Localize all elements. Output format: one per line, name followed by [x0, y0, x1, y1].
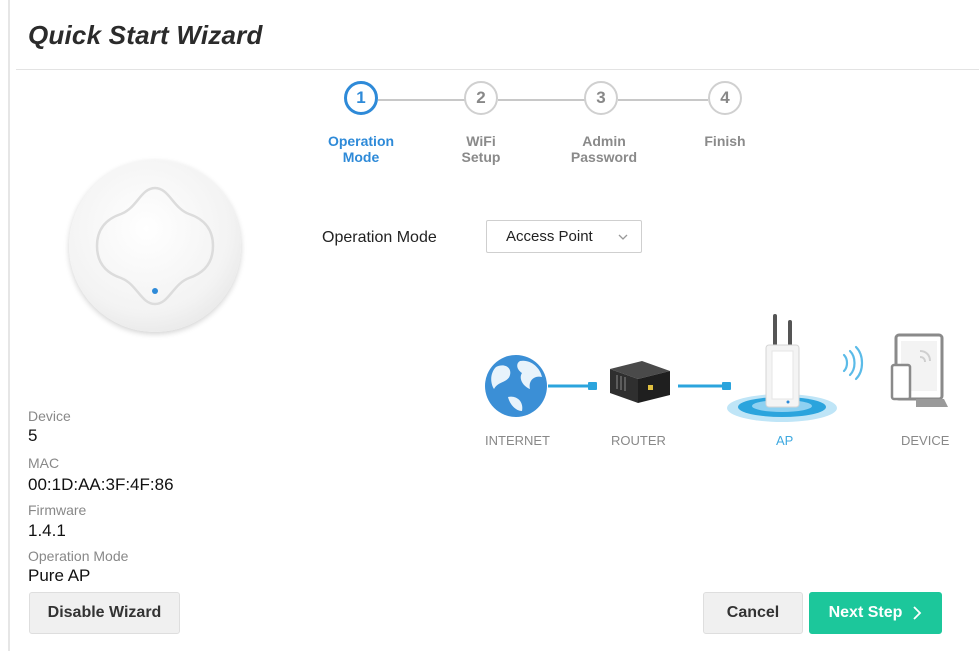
step-4-label: Finish: [670, 133, 780, 149]
access-point-icon: [765, 314, 800, 408]
step-1-label-line1: Operation: [327, 133, 395, 149]
step-1-circle: 1: [344, 81, 378, 115]
step-connector: [618, 99, 708, 101]
device-value: 5: [28, 426, 38, 445]
step-1-label: Operation Mode: [306, 133, 416, 165]
step-3-label-line1: Admin: [582, 133, 626, 149]
opmode-info-value: Pure AP: [28, 566, 91, 585]
mac-label: MAC: [28, 455, 60, 471]
cancel-button[interactable]: Cancel: [703, 592, 803, 634]
router-icon: [610, 361, 670, 403]
page-title: Quick Start Wizard: [28, 20, 263, 50]
chevron-right-icon: [913, 606, 922, 620]
disable-wizard-button[interactable]: Disable Wizard: [29, 592, 180, 634]
title-divider: [16, 69, 979, 70]
next-step-button[interactable]: Next Step: [809, 592, 942, 634]
topology-ap-label: AP: [776, 433, 794, 448]
step-3-label-line2: Password: [570, 149, 638, 165]
operation-mode-selected-value: Access Point: [506, 228, 593, 245]
step-4-label-line1: Finish: [704, 133, 746, 149]
mac-value: 00:1D:AA:3F:4F:86: [28, 475, 174, 494]
operation-mode-select[interactable]: Access Point: [486, 220, 642, 253]
step-2-label-line1: WiFi: [466, 133, 496, 149]
left-border: [8, 0, 10, 651]
globe-icon: [485, 355, 547, 417]
step-3-circle: 3: [584, 81, 618, 115]
caret-down-icon: [618, 234, 628, 240]
topology-diagram: [485, 314, 948, 422]
topology-device-label: DEVICE: [901, 433, 950, 448]
next-step-label: Next Step: [828, 604, 903, 621]
step-2-label: WiFi Setup: [426, 133, 536, 165]
opmode-info-label: Operation Mode: [28, 548, 129, 564]
step-4-circle: 4: [708, 81, 742, 115]
step-connector: [498, 99, 586, 101]
device-pattern-icon: [95, 186, 215, 306]
step-1-label-line2: Mode: [342, 149, 380, 165]
device-label: Device: [28, 408, 71, 424]
operation-mode-label: Operation Mode: [322, 229, 437, 246]
step-2-circle: 2: [464, 81, 498, 115]
firmware-value: 1.4.1: [28, 521, 66, 540]
step-2-label-line2: Setup: [461, 149, 501, 165]
devices-icon: [890, 333, 948, 407]
topology-router-label: ROUTER: [611, 433, 666, 448]
topology-internet-label: INTERNET: [485, 433, 550, 448]
step-connector: [378, 99, 466, 101]
wifi-signal-icon: [842, 345, 864, 381]
step-3-label: Admin Password: [549, 133, 659, 165]
firmware-label: Firmware: [28, 502, 87, 518]
